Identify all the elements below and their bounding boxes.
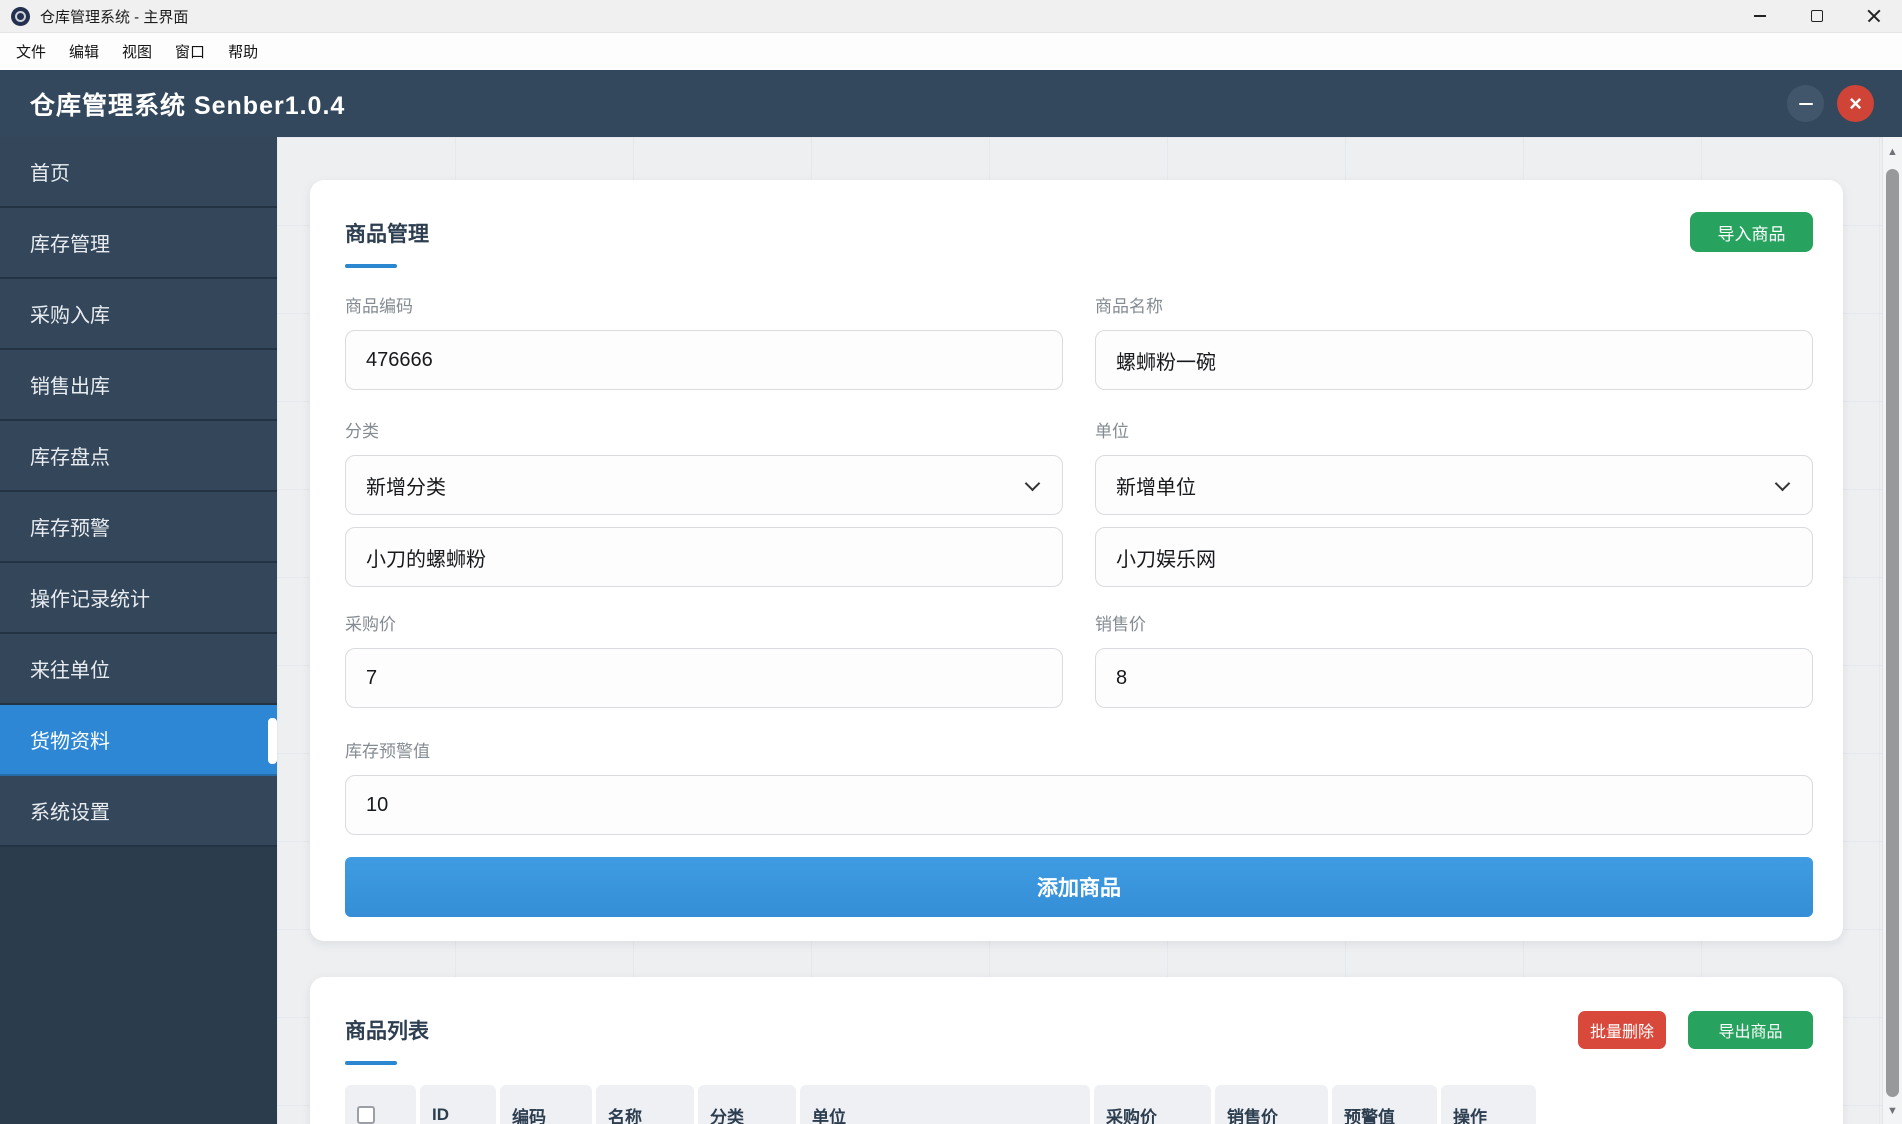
header-cell-purchase-price: 采购价	[1094, 1085, 1211, 1124]
field-product-code: 商品编码	[345, 296, 1063, 390]
product-management-card: 商品管理 导入商品 商品编码 商品名称 分类 新增分类 单位	[310, 180, 1843, 941]
scroll-up-arrow-icon[interactable]: ▲	[1883, 146, 1902, 158]
purchase-price-input[interactable]	[345, 648, 1063, 708]
unit-selected-value: 新增单位	[1116, 476, 1196, 499]
unit-label: 单位	[1095, 422, 1129, 441]
product-code-label: 商品编码	[345, 297, 413, 316]
chevron-down-icon	[1774, 475, 1791, 492]
main-scrollbar-thumb[interactable]	[1886, 169, 1899, 1097]
batch-delete-button[interactable]: 批量删除	[1578, 1011, 1666, 1049]
unit-custom-input[interactable]	[1095, 527, 1813, 587]
header-cell-id: ID	[420, 1085, 496, 1124]
product-table-header: ID 编码 名称 分类 单位 采购价 销售价 预警值 操作	[345, 1085, 1536, 1124]
maximize-icon	[1810, 10, 1823, 22]
menu-window[interactable]: 窗口	[171, 38, 209, 65]
main-scrollbar[interactable]: ▲ ▼	[1882, 137, 1902, 1124]
app-close-button[interactable]: ×	[1837, 85, 1874, 122]
sidebar-item-partners[interactable]: 来往单位	[0, 634, 277, 705]
menu-file[interactable]: 文件	[12, 38, 50, 65]
field-purchase-price: 采购价	[345, 614, 1063, 708]
field-unit: 单位 新增单位	[1095, 421, 1813, 587]
chevron-down-icon	[1024, 475, 1041, 492]
window-title: 仓库管理系统 - 主界面	[40, 8, 189, 26]
scroll-down-arrow-icon[interactable]: ▼	[1883, 1105, 1902, 1117]
product-name-input[interactable]	[1095, 330, 1813, 390]
minimize-icon	[1798, 102, 1813, 105]
product-list-card: 商品列表 批量删除 导出商品 ID 编码 名称 分类 单位 采购价 销售价 预警…	[310, 977, 1843, 1124]
menu-bar: 文件 编辑 视图 窗口 帮助	[0, 33, 1902, 70]
close-icon	[1867, 9, 1881, 23]
category-select[interactable]: 新增分类	[345, 455, 1063, 515]
sale-price-label: 销售价	[1095, 615, 1146, 634]
sidebar-scrollbar-thumb[interactable]	[268, 718, 277, 764]
export-products-button[interactable]: 导出商品	[1688, 1011, 1813, 1049]
product-name-label: 商品名称	[1095, 297, 1163, 316]
app-header: 仓库管理系统 Senber1.0.4 ×	[0, 70, 1902, 137]
stock-warning-input[interactable]	[345, 775, 1813, 835]
stock-warning-label: 库存预警值	[345, 742, 430, 761]
sidebar-item-settings[interactable]: 系统设置	[0, 776, 277, 847]
app-window: 仓库管理系统 - 主界面 文件 编辑 视图 窗口 帮助 仓库管理系统 Senbe…	[0, 0, 1902, 1124]
sidebar-item-inventory[interactable]: 库存管理	[0, 208, 277, 279]
title-underline	[345, 1061, 397, 1065]
app-header-controls: ×	[1787, 85, 1874, 122]
sidebar-item-sales-out[interactable]: 销售出库	[0, 350, 277, 421]
menu-help[interactable]: 帮助	[224, 38, 262, 65]
purchase-price-label: 采购价	[345, 615, 396, 634]
header-cell-category: 分类	[698, 1085, 796, 1124]
menu-view[interactable]: 视图	[118, 38, 156, 65]
import-products-button[interactable]: 导入商品	[1690, 212, 1813, 252]
category-custom-input[interactable]	[345, 527, 1063, 587]
sidebar-item-purchase-in[interactable]: 采购入库	[0, 279, 277, 350]
window-maximize-button[interactable]	[1788, 0, 1845, 32]
sidebar-item-goods-data[interactable]: 货物资料	[0, 705, 277, 776]
header-cell-code: 编码	[500, 1085, 592, 1124]
window-close-button[interactable]	[1845, 0, 1902, 32]
header-cell-warning: 预警值	[1332, 1085, 1437, 1124]
product-code-input[interactable]	[345, 330, 1063, 390]
field-product-name: 商品名称	[1095, 296, 1813, 390]
app-minimize-button[interactable]	[1787, 85, 1824, 122]
main-content: 商品管理 导入商品 商品编码 商品名称 分类 新增分类 单位	[277, 137, 1902, 1124]
select-all-checkbox[interactable]	[357, 1106, 375, 1124]
category-selected-value: 新增分类	[366, 476, 446, 499]
sidebar-item-stocktaking[interactable]: 库存盘点	[0, 421, 277, 492]
app-icon	[11, 6, 30, 26]
sidebar-item-operation-log[interactable]: 操作记录统计	[0, 563, 277, 634]
title-underline	[345, 264, 397, 268]
header-cell-actions: 操作	[1441, 1085, 1536, 1124]
sidebar-item-stock-warning[interactable]: 库存预警	[0, 492, 277, 563]
os-titlebar: 仓库管理系统 - 主界面	[0, 0, 1902, 33]
unit-select[interactable]: 新增单位	[1095, 455, 1813, 515]
card-title-product-list: 商品列表	[345, 1020, 429, 1043]
window-minimize-button[interactable]	[1731, 0, 1788, 32]
sale-price-input[interactable]	[1095, 648, 1813, 708]
field-category: 分类 新增分类	[345, 421, 1063, 587]
field-sale-price: 销售价	[1095, 614, 1813, 708]
menu-edit[interactable]: 编辑	[65, 38, 103, 65]
window-controls	[1731, 0, 1902, 32]
header-cell-sale-price: 销售价	[1215, 1085, 1328, 1124]
category-label: 分类	[345, 422, 379, 441]
add-product-button[interactable]: 添加商品	[345, 857, 1813, 917]
app-title: 仓库管理系统 Senber1.0.4	[30, 91, 346, 120]
sidebar-item-home[interactable]: 首页	[0, 137, 277, 208]
card-title-product-management: 商品管理	[345, 223, 429, 246]
header-cell-unit: 单位	[800, 1085, 1090, 1124]
field-stock-warning: 库存预警值	[345, 741, 1813, 835]
header-cell-checkbox	[345, 1085, 416, 1124]
sidebar: 首页 库存管理 采购入库 销售出库 库存盘点 库存预警 操作记录统计 来往单位 …	[0, 137, 277, 1124]
header-cell-name: 名称	[596, 1085, 694, 1124]
minimize-icon	[1753, 15, 1766, 17]
